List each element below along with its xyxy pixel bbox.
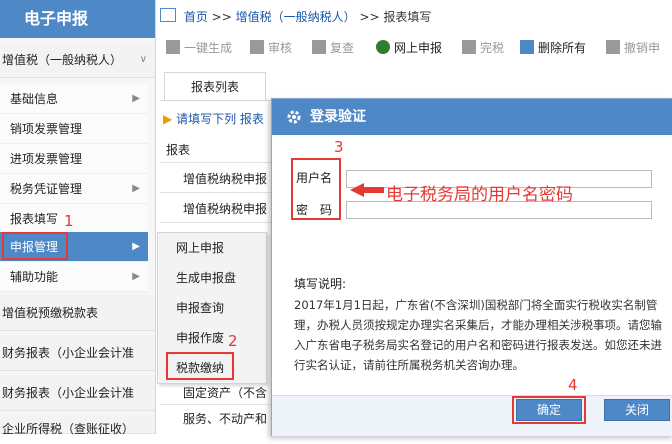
audit-icon [250, 40, 264, 54]
sidebar-item-label: 税务凭证管理 [10, 182, 83, 196]
dialog-title: 登录验证 [272, 99, 672, 135]
sidebar-group-label: 财务报表（小企业会计准 [2, 346, 135, 360]
toolbar-label: 完税 [480, 41, 505, 55]
divider [160, 192, 275, 193]
sidebar-item-report-fill[interactable]: 报表填写 [0, 204, 148, 234]
sidebar-item-basic-info[interactable]: 基础信息 ▶ [0, 84, 148, 114]
breadcrumb-home[interactable]: 首页 [184, 10, 208, 24]
sidebar-group-label: 财务报表（小企业会计准 [2, 386, 135, 400]
submenu-online-declare[interactable]: 网上申报 [158, 233, 266, 263]
annotation-note: 电子税务局的用户名密码 [386, 185, 573, 205]
sidebar-group-label: 增值税预缴税款表 [2, 306, 99, 320]
home-icon[interactable] [160, 8, 176, 22]
chevron-right-icon: ▶ [132, 241, 140, 252]
tax-complete-button[interactable]: 完税 [462, 36, 504, 60]
annotation-box-3 [291, 158, 341, 220]
report-row[interactable]: 增值税纳税申报 [183, 170, 267, 187]
arrow-right-icon: ▶ [163, 112, 173, 126]
toolbar-label: 撤销申 [624, 41, 661, 55]
sidebar-item-label: 辅助功能 [10, 270, 59, 284]
sidebar-item-tax-voucher[interactable]: 税务凭证管理 ▶ [0, 174, 148, 204]
annotation-number-3: 3 [334, 138, 344, 156]
divider [160, 162, 275, 163]
annotation-number-4: 4 [568, 376, 578, 394]
sidebar-item-label: 基础信息 [10, 92, 59, 106]
sidebar-group-label: 增值税（一般纳税人） [2, 53, 123, 67]
breadcrumb: 首页 >> 增值税（一般纳税人） >> 报表填写 [160, 6, 431, 28]
divider [160, 222, 275, 223]
submenu-void[interactable]: 申报作废 [158, 323, 266, 353]
sidebar-item-aux-functions[interactable]: 辅助功能 ▶ [0, 262, 148, 292]
report-row[interactable]: 服务、不动产和 [183, 410, 267, 427]
sidebar-item-input-invoice[interactable]: 进项发票管理 [0, 144, 148, 174]
report-row[interactable]: 固定资产（不含 [183, 384, 267, 401]
online-declare-button[interactable]: 网上申报 [376, 36, 442, 60]
audit-button[interactable]: 审核 [250, 36, 292, 60]
submenu-generate-disk[interactable]: 生成申报盘 [158, 263, 266, 293]
tab-report-list[interactable]: 报表列表 [164, 72, 266, 101]
sidebar-item-label: 进项发票管理 [10, 152, 83, 166]
breadcrumb-vat[interactable]: 增值税（一般纳税人） [236, 10, 356, 24]
delete-all-button[interactable]: 删除所有 [520, 36, 586, 60]
sidebar-group-vat-prepay[interactable]: 增值税预缴税款表 [0, 295, 155, 331]
close-button[interactable]: 关闭 [604, 399, 670, 421]
gear-icon [287, 110, 301, 124]
generate-icon [166, 40, 180, 54]
annotation-number-1: 1 [64, 212, 74, 230]
report-row[interactable]: 增值税纳税申报 [183, 200, 267, 217]
breadcrumb-separator: >> [211, 10, 232, 24]
chevron-down-icon: ∨ [139, 54, 147, 65]
toolbar-label: 复查 [330, 41, 355, 55]
help-title: 填写说明: [294, 277, 347, 291]
recheck-icon [312, 40, 326, 54]
annotation-box-2 [166, 352, 234, 380]
submenu-query[interactable]: 申报查询 [158, 293, 266, 323]
app-title: 电子申报 [0, 0, 155, 38]
chevron-right-icon: ▶ [132, 183, 140, 194]
breadcrumb-current: 报表填写 [383, 10, 432, 24]
sidebar-item-label: 销项发票管理 [10, 122, 83, 136]
sidebar-group-corp-income-tax[interactable]: 企业所得税（查账征收） [0, 414, 155, 436]
undo-icon [606, 40, 620, 54]
sidebar-item-sales-invoice[interactable]: 销项发票管理 [0, 114, 148, 144]
login-verify-dialog: 登录验证 用户名 密 码 填写说明: 2017年1月1日起，广东省(不含深圳)国… [271, 98, 672, 436]
hint-text: 请填写下列 报表 [176, 112, 264, 126]
sidebar-item-label: 报表填写 [10, 212, 59, 226]
report-hint: ▶ 请填写下列 报表 [163, 110, 264, 127]
globe-icon [376, 40, 390, 54]
annotation-box-4 [512, 396, 586, 424]
annotation-box-1 [2, 232, 68, 260]
toolbar-label: 网上申报 [394, 41, 443, 55]
annotation-number-2: 2 [228, 332, 238, 350]
one-click-generate-button[interactable]: 一键生成 [166, 36, 232, 60]
chevron-right-icon: ▶ [132, 271, 140, 282]
report-column-header: 报表 [166, 143, 191, 157]
help-text: 2017年1月1日起，广东省(不含深圳)国税部门将全面实行税收实名制管理，办税人… [294, 298, 662, 372]
sidebar-group-fin-report-2[interactable]: 财务报表（小企业会计准 [0, 375, 155, 411]
toolbar-label: 删除所有 [538, 41, 587, 55]
breadcrumb-separator: >> [359, 10, 380, 24]
delete-icon [520, 40, 534, 54]
chevron-right-icon: ▶ [132, 93, 140, 104]
revoke-declare-button[interactable]: 撤销申 [606, 36, 660, 60]
complete-icon [462, 40, 476, 54]
annotation-arrow-icon [350, 183, 384, 197]
recheck-button[interactable]: 复查 [312, 36, 354, 60]
sidebar-group-vat[interactable]: 增值税（一般纳税人） ∨ [0, 42, 155, 78]
toolbar-label: 一键生成 [184, 41, 233, 55]
sidebar: 电子申报 增值税（一般纳税人） ∨ 基础信息 ▶ 销项发票管理 进项发票管理 税… [0, 0, 156, 436]
sidebar-group-fin-report-1[interactable]: 财务报表（小企业会计准 [0, 335, 155, 371]
toolbar-label: 审核 [268, 41, 293, 55]
divider [160, 404, 275, 405]
